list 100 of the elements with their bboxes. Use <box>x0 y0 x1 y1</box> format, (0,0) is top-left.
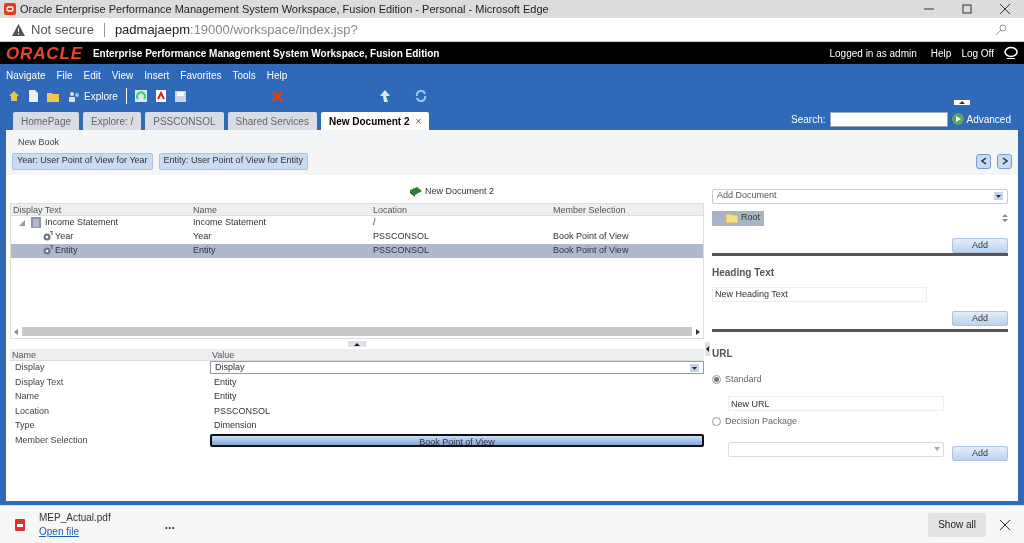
save-icon[interactable] <box>174 90 186 102</box>
radio-button[interactable] <box>712 417 721 427</box>
column-header: Name <box>192 203 218 215</box>
scroll-right-icon <box>696 328 700 335</box>
add-document-dropdown[interactable]: Add Document <box>712 188 1008 204</box>
spinner-icon[interactable] <box>1002 213 1008 223</box>
table-cell-text: / <box>373 215 376 229</box>
property-name: Display Text <box>14 375 65 389</box>
people-icon <box>68 90 80 102</box>
chevron-left-icon <box>980 157 987 165</box>
book-title: New Book <box>18 136 61 149</box>
pov-button[interactable]: Entity: User Point of View for Entity <box>158 152 308 170</box>
previous-button[interactable] <box>976 153 991 169</box>
report-icon <box>31 217 41 228</box>
property-value: Entity <box>213 375 237 389</box>
menu-item[interactable]: Tools <box>232 67 256 83</box>
table-cell-text: Entity <box>55 243 78 257</box>
file-name: MEP_Actual.pdf <box>39 510 111 525</box>
play-icon[interactable] <box>951 113 964 125</box>
member-selection-button[interactable]: Book Point of View <box>210 433 704 447</box>
search-field[interactable] <box>829 111 948 127</box>
menu-item[interactable]: Edit <box>83 67 101 83</box>
warning-icon <box>12 23 25 36</box>
user-label: Logged in as admin <box>829 46 917 61</box>
security-label[interactable]: Not secure <box>31 19 94 40</box>
tree-node[interactable]: Root <box>712 210 764 226</box>
table-cell-text: Book Point of View <box>553 229 629 243</box>
menu-item[interactable]: Insert <box>144 67 170 83</box>
next-button[interactable] <box>997 153 1012 169</box>
header-link[interactable]: Help <box>930 45 952 61</box>
table-row[interactable]: Income Statement Income Statement / <box>11 215 703 230</box>
radio-label: Decision Package <box>725 415 798 428</box>
menu-item[interactable]: File <box>56 67 73 83</box>
url-field[interactable]: New URL <box>728 396 944 411</box>
pov-button[interactable]: Year: User Point of View for Year <box>12 152 153 170</box>
document-title: New Document 2 <box>425 184 494 198</box>
dropdown-arrow-icon <box>994 192 1003 200</box>
tab[interactable]: HomePage <box>13 112 80 130</box>
tab[interactable]: Explore: / <box>83 112 142 130</box>
add-button[interactable]: Add <box>952 445 1008 461</box>
app-title: Enterprise Performance Management System Workspace, Fusion Edition <box>92 46 440 61</box>
home-icon[interactable] <box>8 90 20 102</box>
heading-text-field[interactable]: New Heading Text <box>712 286 927 302</box>
value-dropdown[interactable]: Display <box>210 361 704 375</box>
tab[interactable]: PSSCONSOL <box>145 112 224 130</box>
menu-item[interactable]: View <box>111 67 134 83</box>
menu-item[interactable]: Help <box>266 67 288 83</box>
table-cell-text: PSSCONSOL <box>373 229 430 243</box>
column-header: Name <box>11 348 37 360</box>
column-header: Location <box>372 203 409 215</box>
property-value: Dimension <box>213 419 257 432</box>
globe-icon <box>1004 46 1018 60</box>
maximize-icon[interactable] <box>962 4 972 14</box>
table-row[interactable]: Entity Entity PSSCONSOL Book Point of View <box>11 243 703 258</box>
dimension-icon <box>43 245 54 256</box>
radio-label: Standard <box>725 372 762 386</box>
radio-button[interactable] <box>712 374 721 384</box>
dropdown-arrow-icon <box>690 363 699 372</box>
table-cell-text: PSSCONSOL <box>373 243 430 257</box>
close-tab-button[interactable]: × <box>415 113 422 129</box>
header-link[interactable]: Log Off <box>961 45 994 61</box>
sync-icon[interactable] <box>414 90 427 102</box>
table-cell-text: Book Point of View <box>553 243 629 257</box>
tab[interactable]: Shared Services <box>227 112 317 130</box>
explore-button[interactable]: Explore <box>68 88 118 104</box>
close-icon[interactable] <box>1000 519 1010 530</box>
column-header: Display Text <box>12 203 63 215</box>
advanced-link[interactable]: Advanced <box>966 111 1011 127</box>
table-cell-text: Income Statement <box>193 215 267 229</box>
more-options-button[interactable]: ... <box>164 515 175 534</box>
folder-icon[interactable] <box>47 90 60 102</box>
pdf-file-icon <box>14 518 26 531</box>
pdf-icon[interactable] <box>154 90 167 102</box>
refresh-page-icon[interactable] <box>134 90 147 102</box>
property-name: Type <box>14 419 36 432</box>
table-cell-text: Entity <box>193 243 216 257</box>
collapse-handle-icon[interactable] <box>953 99 970 105</box>
property-name: Display <box>14 361 46 374</box>
table-cell-text: Year <box>193 229 212 243</box>
new-document-icon[interactable] <box>28 90 39 102</box>
property-name: Member Selection <box>14 433 89 447</box>
url-field[interactable]: padmajaepm:19000/workspace/index.jsp? <box>114 19 358 40</box>
open-file-link[interactable]: Open file <box>39 524 111 539</box>
dimension-icon <box>43 231 54 242</box>
close-icon[interactable] <box>1000 4 1010 14</box>
search-label: Search: <box>791 112 826 127</box>
property-name: Name <box>14 390 40 403</box>
tab[interactable]: New Document 2 × <box>320 112 430 130</box>
expanded-caret-icon[interactable] <box>19 219 25 226</box>
table-row[interactable]: Year Year PSSCONSOL Book Point of View <box>11 229 703 244</box>
splitter-handle-icon[interactable] <box>348 340 366 347</box>
collapse-panel-icon[interactable] <box>704 341 710 356</box>
show-all-button[interactable]: Show all <box>928 512 986 537</box>
property-value: PSSCONSOL <box>213 404 271 418</box>
add-button[interactable]: Add <box>952 237 1008 253</box>
menu-item[interactable]: Navigate <box>6 67 46 83</box>
dropdown-arrow-icon <box>934 447 940 451</box>
table-cell-text: Income Statement <box>45 215 119 229</box>
menu-item[interactable]: Favorites <box>180 67 222 83</box>
add-button[interactable]: Add <box>952 310 1008 326</box>
